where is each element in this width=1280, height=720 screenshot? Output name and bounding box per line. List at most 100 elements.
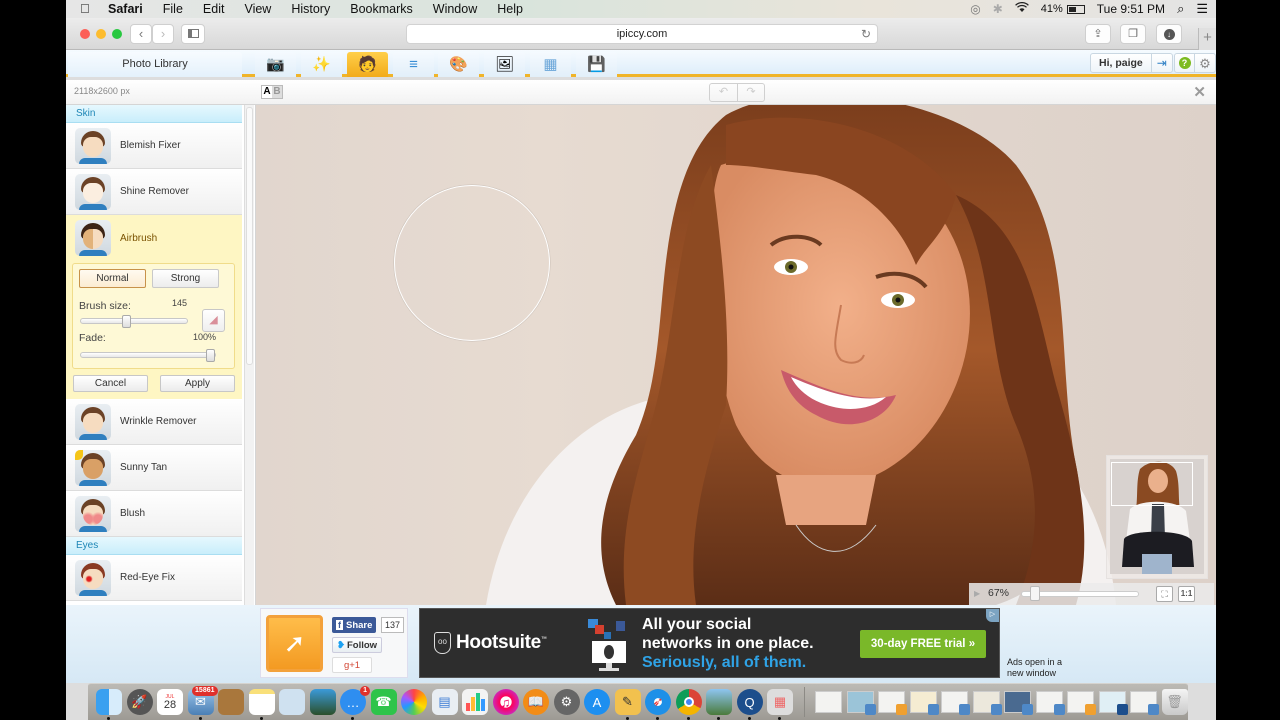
fade-slider[interactable] [80, 349, 216, 362]
dock-stack-10[interactable] [1130, 691, 1159, 715]
navigator-viewport[interactable] [1111, 462, 1193, 506]
help-button[interactable]: ? [1175, 54, 1195, 72]
redo-button[interactable]: ↷ [737, 84, 764, 101]
chrome-icon[interactable] [675, 689, 702, 720]
photo-library-tab[interactable]: Photo Library [68, 52, 242, 77]
settings-gear-icon[interactable]: ⚙ [1195, 54, 1215, 72]
quicktime-icon[interactable]: Q [736, 689, 763, 720]
downloads-button[interactable]: ↓ [1156, 24, 1182, 44]
photos-icon[interactable] [401, 689, 427, 715]
maps-icon[interactable] [279, 689, 305, 715]
zoom-panel-toggle-icon[interactable]: ▶ [974, 589, 980, 598]
photo-canvas[interactable]: ▶ 67% ⛶ 1:1 [256, 105, 1216, 605]
tool-red-eye-fix[interactable]: Red-Eye Fix [66, 555, 242, 601]
tab-save[interactable]: 💾 [576, 52, 617, 77]
dock-stack-4[interactable] [941, 691, 970, 715]
dock-stack-2[interactable] [878, 691, 907, 715]
new-tab-button[interactable]: + [1198, 28, 1216, 50]
menu-view[interactable]: View [244, 2, 271, 16]
facebook-share-button[interactable]: f Share [332, 617, 377, 633]
mode-strong-button[interactable]: Strong [152, 269, 219, 288]
clock[interactable]: Tue 9:51 PM [1097, 2, 1165, 16]
fade-slider-handle[interactable] [206, 349, 215, 362]
messages-icon[interactable]: … 1 [340, 686, 370, 720]
dock-stack-1[interactable] [846, 691, 876, 715]
wifi-icon[interactable] [1014, 1, 1029, 16]
eraser-button[interactable]: ◢ [202, 309, 225, 332]
fit-to-screen-button[interactable]: ⛶ [1156, 586, 1173, 602]
tab-effects[interactable]: ✨ [301, 52, 342, 77]
menu-safari[interactable]: Safari [108, 2, 143, 16]
address-bar[interactable]: ipiccy.com ↻ [406, 24, 878, 44]
battery-icon[interactable] [1066, 4, 1085, 14]
share-button[interactable]: ⇪ [1085, 24, 1111, 44]
preview-icon[interactable] [706, 689, 732, 720]
tab-camera[interactable]: 📷 [255, 52, 296, 77]
forward-button[interactable]: › [152, 24, 174, 44]
logout-icon[interactable]: ⇥ [1152, 54, 1172, 72]
notification-center-icon[interactable]: ☰ [1196, 1, 1208, 17]
tool-airbrush[interactable]: Airbrush [66, 215, 242, 261]
menu-bookmarks[interactable]: Bookmarks [350, 2, 413, 16]
close-window-button[interactable] [80, 29, 90, 39]
back-button[interactable]: ‹ [130, 24, 152, 44]
navigator-thumbnail[interactable] [1106, 455, 1208, 579]
dock-stack-8[interactable] [1067, 691, 1096, 715]
brush-size-slider[interactable] [80, 315, 188, 328]
tool-blemish-fixer[interactable]: Blemish Fixer [66, 123, 242, 169]
before-after-toggle[interactable]: A B [261, 85, 283, 99]
dock-stack-9[interactable] [1098, 691, 1128, 715]
hootsuite-ad-banner[interactable]: oo Hootsuite™ All your social networks i… [419, 608, 1000, 678]
tab-frames[interactable]: 🖼 [484, 52, 525, 77]
mode-normal-button[interactable]: Normal [79, 269, 146, 288]
itunes-icon[interactable]: ♫ [492, 689, 519, 715]
tab-paint[interactable]: 🎨 [438, 52, 479, 77]
menu-edit[interactable]: Edit [203, 2, 225, 16]
spotlight-search-icon[interactable]: ⌕ [1177, 1, 1184, 17]
calculator-icon[interactable]: ▦ [767, 689, 793, 720]
ad-free-trial-button[interactable]: 30-day FREE trial » [860, 630, 986, 658]
system-preferences-icon[interactable]: ⚙ [553, 689, 580, 715]
cancel-button[interactable]: Cancel [73, 375, 148, 392]
notes-icon[interactable] [248, 689, 275, 720]
launchpad-icon[interactable]: 🚀 [126, 689, 153, 715]
greeting-label[interactable]: Hi, paige [1091, 54, 1152, 72]
calendar-icon[interactable]: JUL 28 [157, 689, 183, 715]
keynote-icon[interactable]: ▤ [431, 689, 458, 715]
zoom-slider-handle[interactable] [1030, 586, 1040, 601]
menu-history[interactable]: History [291, 2, 330, 16]
minimize-window-button[interactable] [96, 29, 106, 39]
menu-window[interactable]: Window [433, 2, 477, 16]
zoom-window-button[interactable] [112, 29, 122, 39]
tab-layers[interactable]: ≡ [393, 52, 434, 77]
tab-textures[interactable]: ▦ [530, 52, 571, 77]
google-plus-button[interactable]: g+1 [332, 657, 372, 673]
dock-file-jpeg[interactable] [815, 691, 842, 713]
undo-button[interactable]: ↶ [710, 84, 737, 101]
contacts-icon[interactable] [218, 689, 244, 715]
safari-icon[interactable]: ➶ [645, 689, 671, 720]
tool-wrinkle-remover[interactable]: Wrinkle Remover [66, 399, 242, 445]
close-editor-icon[interactable]: ✕ [1193, 83, 1206, 101]
menu-file[interactable]: File [163, 2, 183, 16]
tool-sunny-tan[interactable]: Sunny Tan [66, 445, 242, 491]
twitter-follow-button[interactable]: ❥ Follow [332, 637, 383, 653]
compare-b[interactable]: B [272, 86, 282, 98]
show-tabs-button[interactable]: ❐ [1120, 24, 1146, 44]
sidebar-toggle-button[interactable] [181, 24, 205, 44]
dock-stack-5[interactable] [972, 691, 1002, 715]
compare-a[interactable]: A [262, 86, 272, 98]
trash-icon[interactable]: 🗑 [1161, 689, 1188, 715]
adchoices-icon[interactable]: ▷ [986, 609, 999, 622]
actual-size-button[interactable]: 1:1 [1178, 586, 1195, 602]
bluetooth-icon[interactable]: ✱ [993, 2, 1003, 16]
finder-icon[interactable] [96, 689, 122, 720]
dock-stack-6[interactable] [1004, 691, 1033, 715]
menu-help[interactable]: Help [497, 2, 523, 16]
apple-menu-icon[interactable]:  [80, 2, 92, 16]
dock-stack-3[interactable] [909, 691, 939, 715]
numbers-icon[interactable] [462, 689, 488, 715]
tool-blush[interactable]: Blush [66, 491, 242, 537]
dock-stack-7[interactable] [1035, 691, 1065, 715]
image-capture-icon[interactable] [309, 689, 336, 715]
